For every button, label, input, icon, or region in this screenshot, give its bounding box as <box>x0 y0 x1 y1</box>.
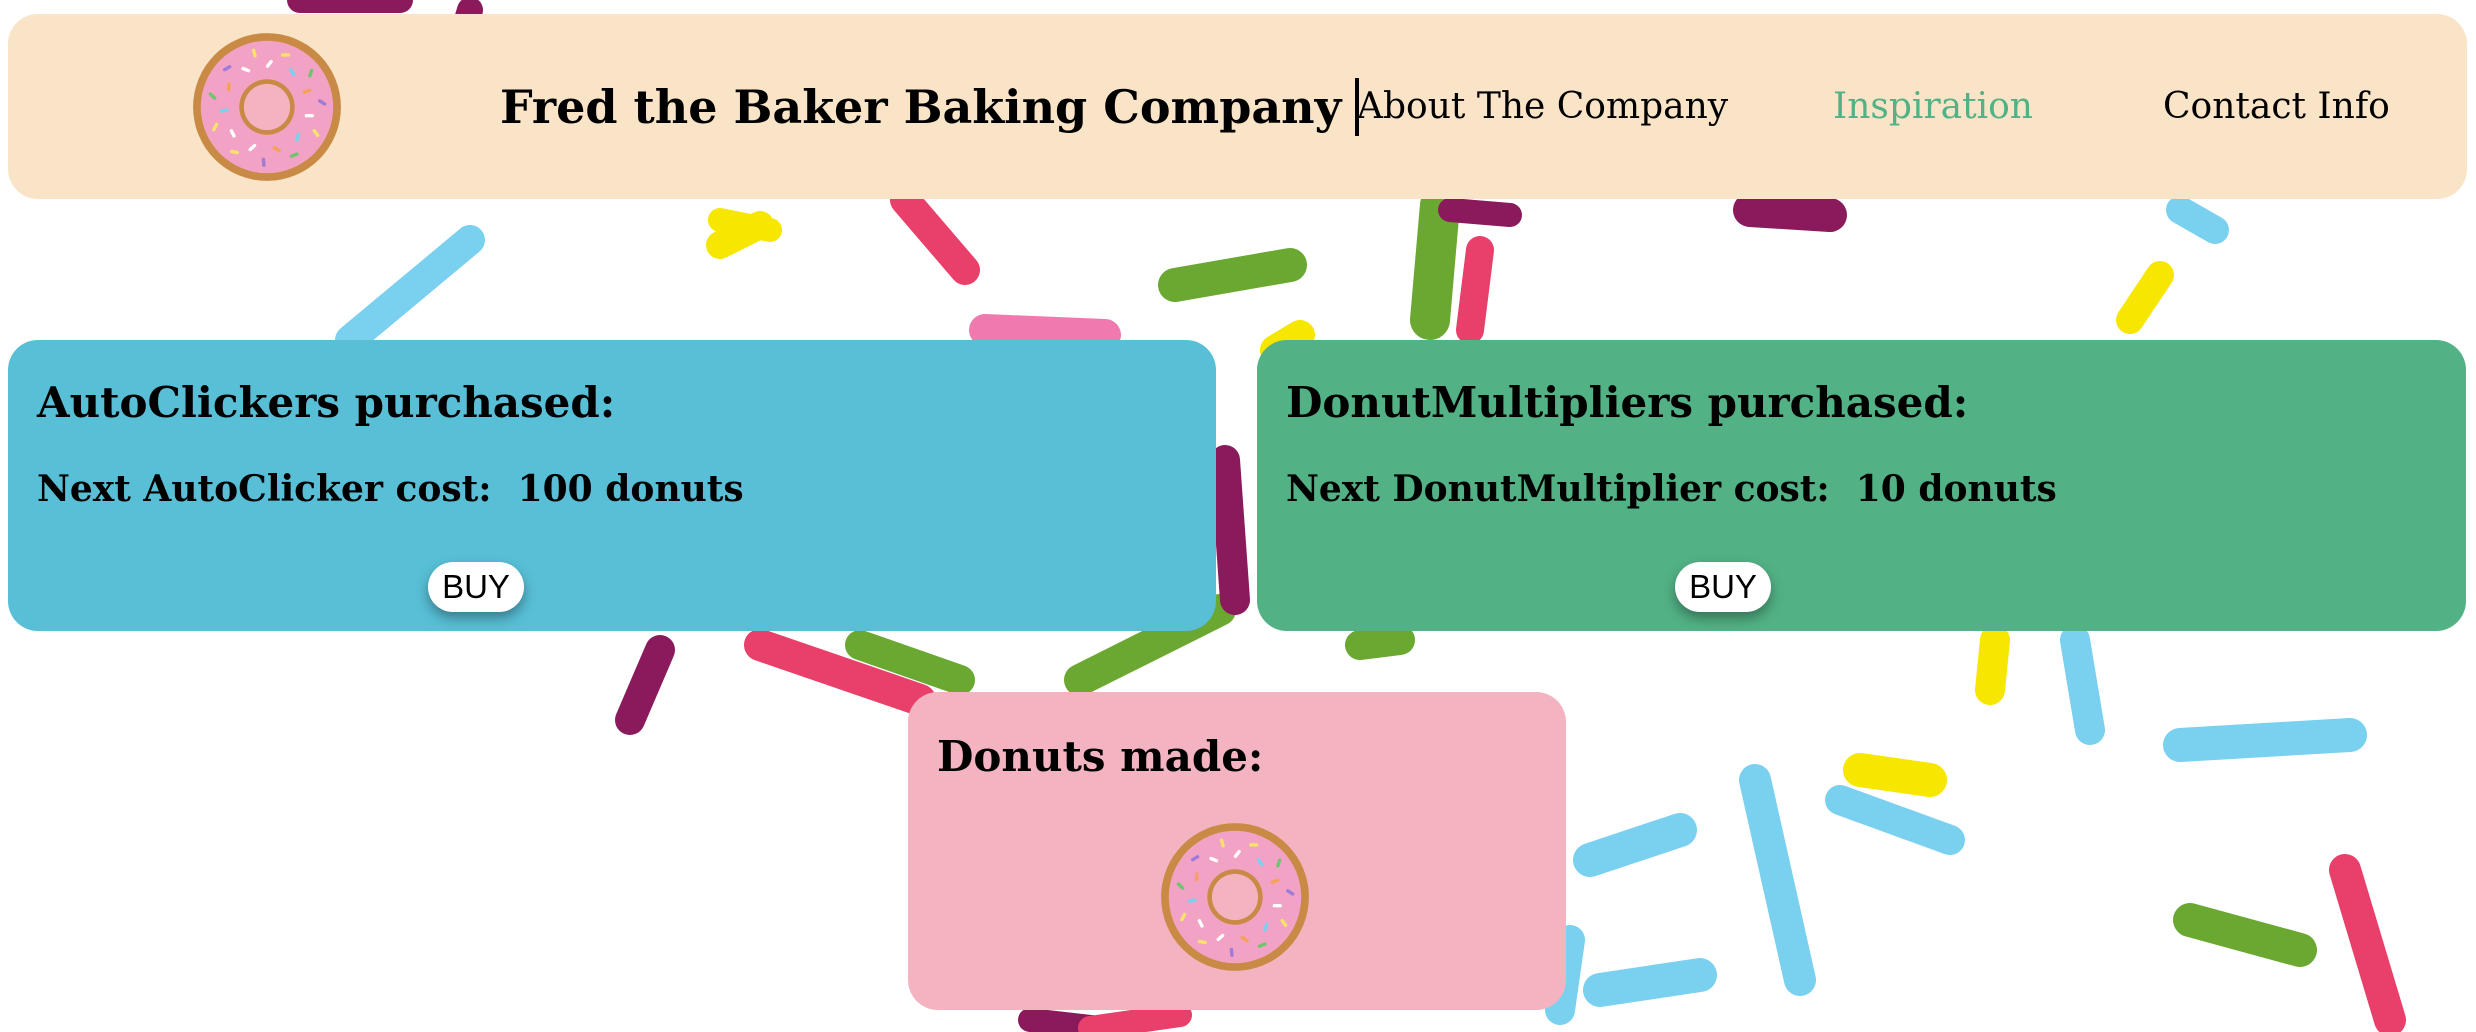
brand-text: Fred the Baker Baking Company <box>500 79 1342 134</box>
donut-icon[interactable] <box>190 30 344 184</box>
sprinkle-shape <box>1345 625 1415 660</box>
sprinkle-shape <box>2329 854 2406 1032</box>
sprinkle-shape <box>969 314 1121 351</box>
autoclicker-cost-label: Next AutoClicker cost: <box>37 468 492 510</box>
donuts-panel: Donuts made: <box>908 692 1566 1010</box>
sprinkle-shape <box>1456 236 1494 344</box>
sprinkle-shape <box>1410 185 1460 340</box>
nav-inspiration[interactable]: Inspiration <box>1833 14 2033 199</box>
sprinkle-shape <box>1573 813 1697 877</box>
multiplier-cost-value: 10 donuts <box>1855 468 2057 510</box>
multiplier-cost-label: Next DonutMultiplier cost: <box>1286 468 1830 510</box>
sprinkle-shape <box>706 211 774 259</box>
donut-icon[interactable] <box>1158 820 1312 974</box>
donuts-title: Donuts made: <box>937 732 1264 781</box>
sprinkle-shape <box>1733 193 1847 232</box>
sprinkle-shape <box>1583 958 1717 1007</box>
sprinkle-shape <box>1975 625 2010 705</box>
nav-about[interactable]: About The Company <box>1357 14 1728 199</box>
sprinkle-shape <box>1438 198 1522 227</box>
sprinkle-shape <box>1210 445 1250 615</box>
sprinkle-shape <box>2060 625 2105 745</box>
multiplier-title: DonutMultipliers purchased: <box>1286 378 1969 427</box>
multiplier-panel: DonutMultipliers purchased: Next DonutMu… <box>1257 340 2466 631</box>
brand-title: Fred the Baker Baking Company <box>500 14 1360 199</box>
sprinkle-shape <box>2116 261 2174 334</box>
sprinkle-shape <box>615 635 675 735</box>
sprinkle-shape <box>335 225 485 355</box>
autoclicker-cost-value: 100 donuts <box>517 468 744 510</box>
sprinkle-shape <box>2173 903 2317 967</box>
sprinkle-shape <box>1739 764 1816 996</box>
autoclicker-panel: AutoClickers purchased: Next AutoClicker… <box>8 340 1216 631</box>
buy-autoclicker-button[interactable]: BUY <box>428 562 524 612</box>
sprinkle-shape <box>2166 196 2229 244</box>
site-header: Fred the Baker Baking Company About The … <box>8 14 2467 199</box>
sprinkle-shape <box>890 185 980 285</box>
sprinkle-shape <box>1825 785 1965 855</box>
sprinkle-shape <box>1078 1003 1192 1032</box>
buy-multiplier-button[interactable]: BUY <box>1675 562 1771 612</box>
nav-contact[interactable]: Contact Info <box>2163 14 2390 199</box>
autoclicker-cost: Next AutoClicker cost: 100 donuts <box>37 468 744 510</box>
sprinkle-shape <box>1843 753 1947 797</box>
sprinkle-shape <box>1158 248 1307 302</box>
multiplier-cost: Next DonutMultiplier cost: 10 donuts <box>1286 468 2057 510</box>
sprinkle-shape <box>2163 718 2367 762</box>
autoclicker-title: AutoClickers purchased: <box>37 378 616 427</box>
